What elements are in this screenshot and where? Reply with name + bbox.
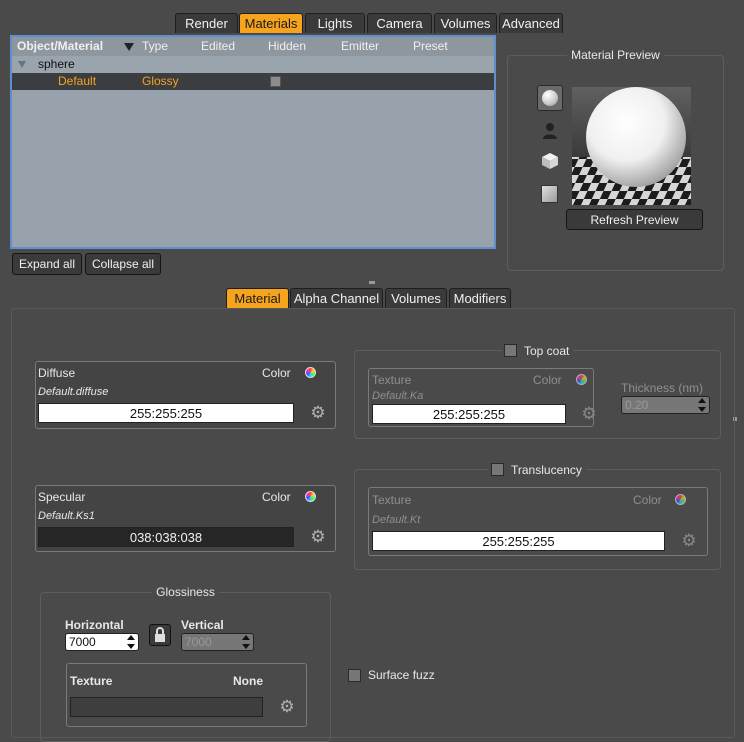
color-wheel-icon (576, 374, 587, 385)
preview-sphere-button[interactable] (537, 85, 563, 111)
tab-lights[interactable]: Lights (305, 13, 365, 33)
tab-camera[interactable]: Camera (367, 13, 432, 33)
lock-button[interactable] (149, 624, 171, 646)
top-coat-texture-panel: Texture Color Default.Ka 255:255:255 ⚙ (368, 368, 597, 427)
tab-materials[interactable]: Materials (239, 13, 303, 33)
top-coat-color-field[interactable]: 255:255:255 (372, 404, 566, 424)
color-wheel-icon[interactable] (305, 491, 316, 502)
figure-icon[interactable] (541, 122, 559, 140)
gear-icon[interactable]: ⚙ (310, 528, 326, 545)
tab-modifiers[interactable]: Modifiers (449, 288, 511, 308)
expand-all-button[interactable]: Expand all (12, 253, 82, 275)
tab-advanced[interactable]: Advanced (499, 13, 563, 33)
diffuse-type-label[interactable]: Color (262, 366, 291, 380)
hidden-checkbox[interactable] (270, 76, 281, 87)
diffuse-title: Diffuse (38, 366, 76, 380)
tab-render[interactable]: Render (175, 13, 238, 33)
top-coat-texture-label: Texture (372, 373, 412, 387)
glossiness-texture-panel: Texture None ⚙ (66, 663, 307, 727)
gear-icon[interactable]: ⚙ (279, 698, 295, 715)
material-preview-panel: Material Preview Refresh Preview (507, 48, 724, 271)
horizontal-label: Horizontal (65, 618, 124, 632)
sort-arrow-icon[interactable] (124, 43, 134, 51)
collapse-all-button[interactable]: Collapse all (85, 253, 161, 275)
translucency-checkbox[interactable] (491, 463, 504, 476)
material-preview-image (572, 87, 691, 205)
surface-fuzz-label: Surface fuzz (368, 668, 435, 682)
thickness-label: Thickness (nm) (621, 381, 704, 395)
tree-header: Object/Material Type Edited Hidden Emitt… (12, 37, 494, 57)
material-preview-title: Material Preview (567, 48, 664, 62)
top-coat-name: Default.Ka (372, 390, 424, 402)
vertical-label: Vertical (181, 618, 224, 632)
top-coat-checkbox[interactable] (504, 344, 517, 357)
splitter-handle[interactable] (369, 281, 375, 284)
translucency-texture-label: Texture (372, 493, 412, 507)
column-edited[interactable]: Edited (201, 37, 235, 55)
refresh-preview-button[interactable]: Refresh Preview (566, 209, 703, 230)
glossiness-texture-value[interactable]: None (233, 674, 263, 688)
lock-icon (155, 627, 165, 642)
gear-icon: ⚙ (681, 531, 697, 550)
translucency-type-label: Color (633, 493, 662, 507)
sphere-icon (542, 90, 558, 106)
tab-material-volumes[interactable]: Volumes (385, 288, 447, 308)
cube-icon[interactable] (541, 152, 559, 170)
stepper-arrows-icon[interactable] (241, 635, 251, 649)
diffuse-name: Default.diffuse (38, 386, 109, 398)
translucency-label: Translucency (511, 463, 582, 477)
tab-volumes[interactable]: Volumes (434, 13, 497, 33)
plane-icon[interactable] (541, 185, 558, 203)
material-name: Default (58, 74, 97, 88)
expand-triangle-icon[interactable] (18, 61, 26, 68)
column-object-material[interactable]: Object/Material (17, 37, 103, 55)
color-wheel-icon[interactable] (305, 367, 316, 378)
stepper-arrows-icon[interactable] (697, 398, 707, 412)
column-hidden[interactable]: Hidden (268, 37, 306, 55)
specular-title: Specular (38, 490, 86, 504)
top-coat-group: Top coat Texture Color Default.Ka 255:25… (354, 343, 721, 439)
tab-material[interactable]: Material (226, 288, 289, 308)
glossiness-texture-field[interactable] (70, 697, 263, 717)
translucency-color-field[interactable]: 255:255:255 (372, 531, 665, 551)
column-preset[interactable]: Preset (413, 37, 448, 55)
column-emitter[interactable]: Emitter (341, 37, 379, 55)
specular-type-label[interactable]: Color (262, 490, 291, 504)
tab-alpha-channel[interactable]: Alpha Channel (290, 288, 383, 308)
thickness-stepper[interactable]: 0.20 (621, 396, 710, 414)
glossiness-group: Glossiness Horizontal 7000 Vertical 7000… (40, 585, 331, 742)
specular-color-field[interactable]: 038:038:038 (38, 527, 294, 547)
glossiness-texture-label: Texture (70, 674, 113, 688)
material-tree[interactable]: Object/Material Type Edited Hidden Emitt… (10, 35, 496, 249)
top-coat-type-label: Color (533, 373, 562, 387)
vertical-stepper[interactable]: 7000 (181, 633, 254, 651)
material-type: Glossy (142, 74, 179, 88)
column-type[interactable]: Type (142, 37, 168, 55)
glossiness-title: Glossiness (152, 585, 219, 599)
diffuse-panel: Diffuse Color Default.diffuse 255:255:25… (35, 361, 336, 429)
translucency-texture-panel: Texture Color Default.Kt 255:255:255 ⚙ (368, 487, 708, 556)
stepper-arrows-icon[interactable] (126, 635, 136, 649)
top-coat-label: Top coat (524, 344, 570, 358)
specular-name: Default.Ks1 (38, 510, 95, 522)
horizontal-stepper[interactable]: 7000 (65, 633, 139, 651)
translucency-group: Translucency Texture Color Default.Kt 25… (354, 462, 721, 570)
surface-fuzz-checkbox[interactable] (348, 669, 361, 682)
gear-icon[interactable]: ⚙ (310, 404, 326, 421)
translucency-name: Default.Kt (372, 514, 421, 526)
diffuse-color-field[interactable]: 255:255:255 (38, 403, 294, 423)
object-name: sphere (38, 57, 75, 71)
color-wheel-icon (675, 494, 686, 505)
tree-object-row[interactable]: sphere (12, 56, 494, 73)
gear-icon: ⚙ (581, 404, 597, 423)
tree-material-row[interactable]: Default Glossy (12, 73, 494, 90)
specular-panel: Specular Color Default.Ks1 038:038:038 ⚙ (35, 485, 336, 552)
